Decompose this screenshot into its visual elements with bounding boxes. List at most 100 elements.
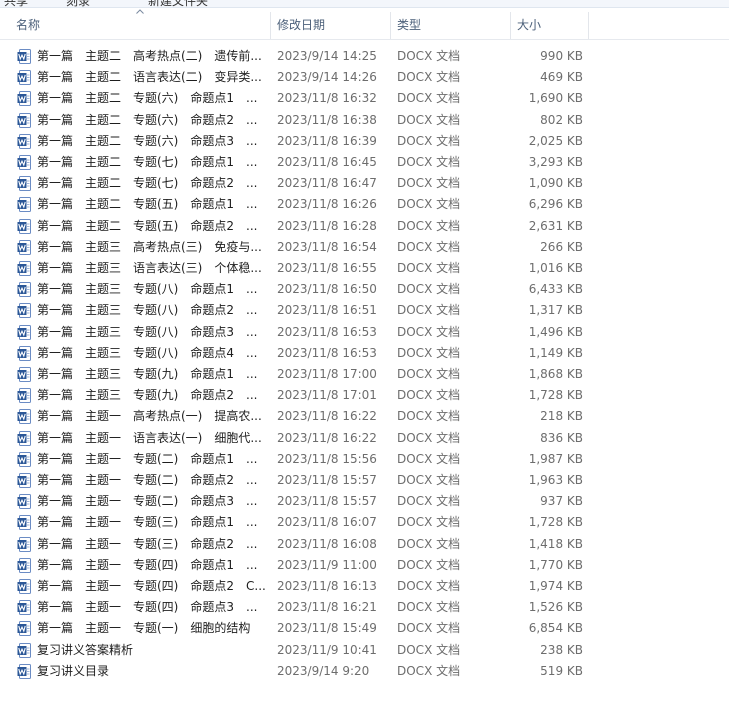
file-row[interactable]: 第一篇 主题一 语言表达(一) 细胞代... 2023/11/8 16:22 DOC… (0, 428, 729, 449)
file-row[interactable]: 第一篇 主题二 高考热点(二) 遗传前... 2023/9/14 14:25 DOC… (0, 46, 729, 67)
file-row[interactable]: 第一篇 主题二 专题(七) 命题点1 ... 2023/11/8 16:45 DOC… (0, 152, 729, 173)
file-row[interactable]: 第一篇 主题一 专题(一) 细胞的结构 2023/11/8 15:49 DOCX 文… (0, 618, 729, 639)
column-header-name[interactable]: 名称 (10, 12, 271, 39)
file-row[interactable]: 第一篇 主题一 专题(三) 命题点2 ... 2023/11/8 16:08 DOC… (0, 534, 729, 555)
word-document-icon (17, 409, 31, 425)
file-name: 第一篇 主题二 专题(六) 命题点2 ... (37, 112, 258, 127)
file-row[interactable]: 第一篇 主题二 专题(七) 命题点2 ... 2023/11/8 16:47 DOC… (0, 173, 729, 194)
column-header-size[interactable]: 大小 (511, 12, 589, 39)
file-size: 802 KB (540, 112, 583, 127)
file-row[interactable]: 第一篇 主题三 语言表达(三) 个体稳... 2023/11/8 16:55 DOC… (0, 258, 729, 279)
word-document-icon (17, 451, 31, 467)
file-modified-date: 2023/11/8 16:28 (277, 218, 377, 233)
file-size: 1,728 KB (528, 388, 583, 403)
file-row[interactable]: 第一篇 主题二 专题(六) 命题点1 ... 2023/11/8 16:32 DOC… (0, 88, 729, 109)
file-row[interactable]: 第一篇 主题三 专题(八) 命题点1 ... 2023/11/8 16:50 DOC… (0, 279, 729, 300)
file-name: 第一篇 主题三 专题(八) 命题点3 ... (37, 324, 258, 339)
file-row[interactable]: 第一篇 主题三 专题(八) 命题点2 ... 2023/11/8 16:51 DOC… (0, 300, 729, 321)
file-row[interactable]: 第一篇 主题一 专题(三) 命题点1 ... 2023/11/8 16:07 DOC… (0, 512, 729, 533)
file-type: DOCX 文档 (397, 621, 461, 636)
file-row[interactable]: 第一篇 主题二 专题(五) 命题点1 ... 2023/11/8 16:26 DOC… (0, 194, 729, 215)
file-row[interactable]: 第一篇 主题三 专题(九) 命题点1 ... 2023/11/8 17:00 DOC… (0, 364, 729, 385)
word-document-icon (17, 49, 31, 64)
file-type: DOCX 文档 (397, 176, 461, 191)
file-modified-date: 2023/11/8 16:22 (277, 430, 377, 445)
file-size: 1,418 KB (528, 536, 583, 551)
word-document-icon (17, 642, 31, 658)
file-name: 第一篇 主题一 专题(四) 命题点2 C... (37, 579, 265, 593)
toolbar-share-button[interactable]: 共享 (4, 0, 28, 7)
word-document-icon (17, 430, 31, 446)
file-row[interactable]: 第一篇 主题一 专题(二) 命题点2 ... 2023/11/8 15:57 DOC… (0, 470, 729, 491)
word-document-icon (17, 261, 31, 276)
file-row[interactable]: 第一篇 主题一 专题(四) 命题点2 C... 2023/11/8 16:13 DO… (0, 576, 729, 597)
file-row[interactable]: 第一篇 主题一 专题(二) 命题点1 ... 2023/11/8 15:56 DOC… (0, 449, 729, 470)
word-document-icon (17, 494, 31, 510)
file-type: DOCX 文档 (397, 388, 461, 403)
column-header-date[interactable]: 修改日期 (271, 12, 391, 39)
word-document-icon (17, 324, 31, 340)
file-name: 第一篇 主题二 专题(五) 命题点1 ... (37, 197, 258, 212)
file-row[interactable]: 第一篇 主题二 专题(六) 命题点3 ... 2023/11/8 16:39 DOC… (0, 131, 729, 152)
file-size: 469 KB (540, 70, 583, 85)
file-type: DOCX 文档 (397, 600, 461, 615)
file-modified-date: 2023/11/8 15:57 (277, 494, 377, 509)
file-modified-date: 2023/11/8 16:08 (277, 536, 377, 551)
file-size: 1,690 KB (528, 91, 583, 106)
file-name: 第一篇 主题二 专题(七) 命题点2 ... (37, 176, 258, 191)
word-document-icon (17, 367, 31, 382)
file-row[interactable]: 第一篇 主题三 高考热点(三) 免疫与... 2023/11/8 16:54 DOC… (0, 237, 729, 258)
file-modified-date: 2023/11/8 16:55 (277, 261, 377, 275)
file-row[interactable]: 第一篇 主题二 专题(五) 命题点2 ... 2023/11/8 16:28 DOC… (0, 216, 729, 237)
file-row[interactable]: 第一篇 主题一 专题(四) 命题点3 ... 2023/11/8 16:21 DOC… (0, 597, 729, 618)
file-size: 937 KB (540, 494, 583, 509)
file-size: 1,868 KB (528, 367, 583, 381)
file-row[interactable]: 第一篇 主题三 专题(八) 命题点3 ... 2023/11/8 16:53 DOC… (0, 322, 729, 343)
file-size: 2,631 KB (528, 218, 583, 233)
file-row[interactable]: 第一篇 主题二 专题(六) 命题点2 ... 2023/11/8 16:38 DOC… (0, 110, 729, 131)
file-type: DOCX 文档 (397, 49, 461, 63)
file-modified-date: 2023/11/8 16:39 (277, 133, 377, 148)
word-document-icon (17, 663, 31, 679)
toolbar-burn-button[interactable]: 刻录 (66, 0, 90, 7)
file-row[interactable]: 第一篇 主题三 专题(八) 命题点4 ... 2023/11/8 16:53 DOC… (0, 343, 729, 364)
word-document-icon (17, 70, 31, 86)
file-row[interactable]: 第一篇 主题一 专题(二) 命题点3 ... 2023/11/8 15:57 DOC… (0, 491, 729, 512)
file-size: 1,526 KB (528, 600, 583, 615)
file-size: 1,963 KB (528, 473, 583, 487)
file-size: 1,317 KB (528, 303, 583, 318)
file-row[interactable]: 第一篇 主题二 语言表达(二) 变异类... 2023/9/14 14:26 DOC… (0, 67, 729, 88)
file-type: DOCX 文档 (397, 367, 461, 381)
file-modified-date: 2023/11/8 16:26 (277, 197, 377, 212)
file-modified-date: 2023/11/9 11:00 (277, 557, 377, 572)
file-type: DOCX 文档 (397, 133, 461, 148)
file-size: 519 KB (540, 663, 583, 678)
file-modified-date: 2023/11/8 16:07 (277, 515, 377, 530)
file-name: 第一篇 主题三 语言表达(三) 个体稳... (37, 261, 262, 275)
file-modified-date: 2023/11/8 16:45 (277, 155, 377, 169)
file-row[interactable]: 第一篇 主题一 专题(四) 命题点1 ... 2023/11/9 11:00 DOC… (0, 555, 729, 576)
file-modified-date: 2023/11/8 16:50 (277, 282, 377, 297)
file-row[interactable]: 第一篇 主题三 专题(九) 命题点2 ... 2023/11/8 17:01 DOC… (0, 385, 729, 406)
file-name: 复习讲义答案精析 (37, 642, 134, 657)
file-name: 第一篇 主题一 语言表达(一) 细胞代... (37, 430, 262, 445)
file-modified-date: 2023/11/8 16:22 (277, 409, 377, 424)
file-name: 第一篇 主题二 语言表达(二) 变异类... (37, 70, 262, 85)
file-row[interactable]: 第一篇 主题一 高考热点(一) 提高农... 2023/11/8 16:22 DOC… (0, 406, 729, 427)
file-name: 第一篇 主题一 专题(二) 命题点3 ... (37, 494, 258, 509)
column-header-type[interactable]: 类型 (391, 12, 511, 39)
file-name: 第一篇 主题一 专题(四) 命题点1 ... (37, 557, 258, 572)
file-type: DOCX 文档 (397, 197, 461, 212)
file-name: 第一篇 主题三 专题(九) 命题点1 ... (37, 367, 258, 381)
file-name: 第一篇 主题三 专题(八) 命题点4 ... (37, 345, 258, 360)
file-type: DOCX 文档 (397, 155, 461, 169)
word-document-icon (17, 91, 31, 107)
file-type: DOCX 文档 (397, 430, 461, 445)
file-modified-date: 2023/9/14 9:20 (277, 663, 370, 678)
file-row[interactable]: 复习讲义目录 2023/9/14 9:20 DOCX 文档 519 KB (0, 661, 729, 682)
word-document-icon (17, 176, 31, 192)
file-type: DOCX 文档 (397, 515, 461, 530)
file-type: DOCX 文档 (397, 409, 461, 424)
file-row[interactable]: 复习讲义答案精析 2023/11/9 10:41 DOCX 文档 238 KB (0, 640, 729, 661)
toolbar-new-folder-button[interactable]: 新建文件夹 (148, 0, 208, 7)
